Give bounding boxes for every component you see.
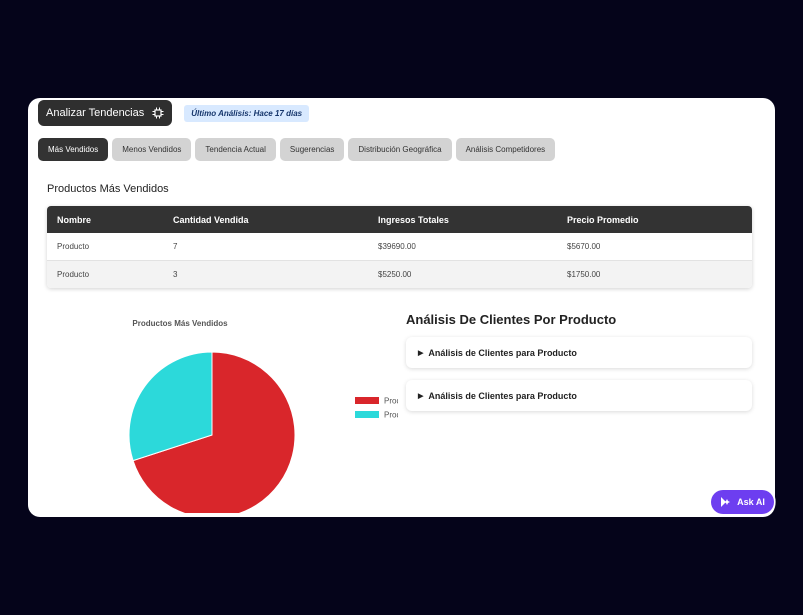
table-row: Producto 3 $5250.00 $1750.00	[47, 260, 752, 288]
tab-tendencia-actual[interactable]: Tendencia Actual	[195, 138, 276, 161]
customers-title: Análisis De Clientes Por Producto	[406, 312, 617, 327]
cell-nombre: Producto	[57, 242, 90, 251]
analyze-trends-label: Analizar Tendencias	[46, 107, 145, 119]
customer-analysis-accordion[interactable]: ▶ Análisis de Clientes para Producto	[406, 380, 752, 411]
chart-title: Productos Más Vendidos	[132, 319, 228, 328]
ask-ai-label: Ask AI	[737, 497, 765, 507]
chip-icon	[152, 107, 164, 119]
legend-swatch	[355, 397, 379, 404]
tab-mas-vendidos[interactable]: Más Vendidos	[38, 138, 109, 161]
header-ingresos: Ingresos Totales	[378, 214, 449, 225]
cell-precio: $1750.00	[567, 270, 601, 279]
ask-ai-button[interactable]: Ask AI	[711, 490, 774, 514]
customer-analysis-accordion[interactable]: ▶ Análisis de Clientes para Producto	[406, 337, 752, 368]
tab-analisis-competidores[interactable]: Análisis Competidores	[455, 138, 556, 161]
last-analysis-badge: Último Análisis: Hace 17 días	[184, 104, 310, 122]
header-nombre: Nombre	[57, 214, 92, 225]
header-precio: Precio Promedio	[567, 214, 639, 225]
expand-triangle-icon: ▶	[418, 349, 424, 357]
table-header-row: Nombre Cantidad Vendida Ingresos Totales…	[47, 206, 752, 233]
expand-triangle-icon: ▶	[418, 392, 424, 400]
cell-nombre: Producto	[57, 270, 90, 279]
accordion-label: Análisis de Clientes para Producto	[428, 347, 577, 358]
header-cantidad: Cantidad Vendida	[173, 214, 249, 225]
legend-swatch	[355, 411, 379, 418]
accordion-label: Análisis de Clientes para Producto	[428, 390, 577, 401]
cell-cantidad: 7	[173, 242, 178, 251]
sparkle-icon	[721, 497, 731, 507]
analyze-trends-button[interactable]: Analizar Tendencias	[38, 100, 173, 126]
tab-bar: Más Vendidos Menos Vendidos Tendencia Ac…	[38, 138, 556, 161]
table-row: Producto 7 $39690.00 $5670.00	[47, 233, 752, 261]
toolbar: Analizar Tendencias Último Análisis: Hac…	[38, 100, 310, 126]
tab-menos-vendidos[interactable]: Menos Vendidos	[112, 138, 192, 161]
cell-ingresos: $39690.00	[378, 242, 416, 251]
main-card: Analizar Tendencias Último Análisis: Hac…	[28, 98, 775, 517]
products-table: Nombre Cantidad Vendida Ingresos Totales…	[47, 206, 752, 288]
tab-sugerencias[interactable]: Sugerencias	[279, 138, 345, 161]
cell-cantidad: 3	[173, 270, 178, 279]
legend-label: Producto	[384, 397, 398, 406]
legend-label: Producto	[384, 411, 398, 420]
cell-ingresos: $5250.00	[378, 270, 412, 279]
tab-distribucion-geografica[interactable]: Distribución Geográfica	[348, 138, 452, 161]
cell-precio: $5670.00	[567, 242, 601, 251]
pie-chart: Productos Más Vendidos Producto Producto	[128, 319, 398, 513]
section-title: Productos Más Vendidos	[47, 183, 169, 195]
